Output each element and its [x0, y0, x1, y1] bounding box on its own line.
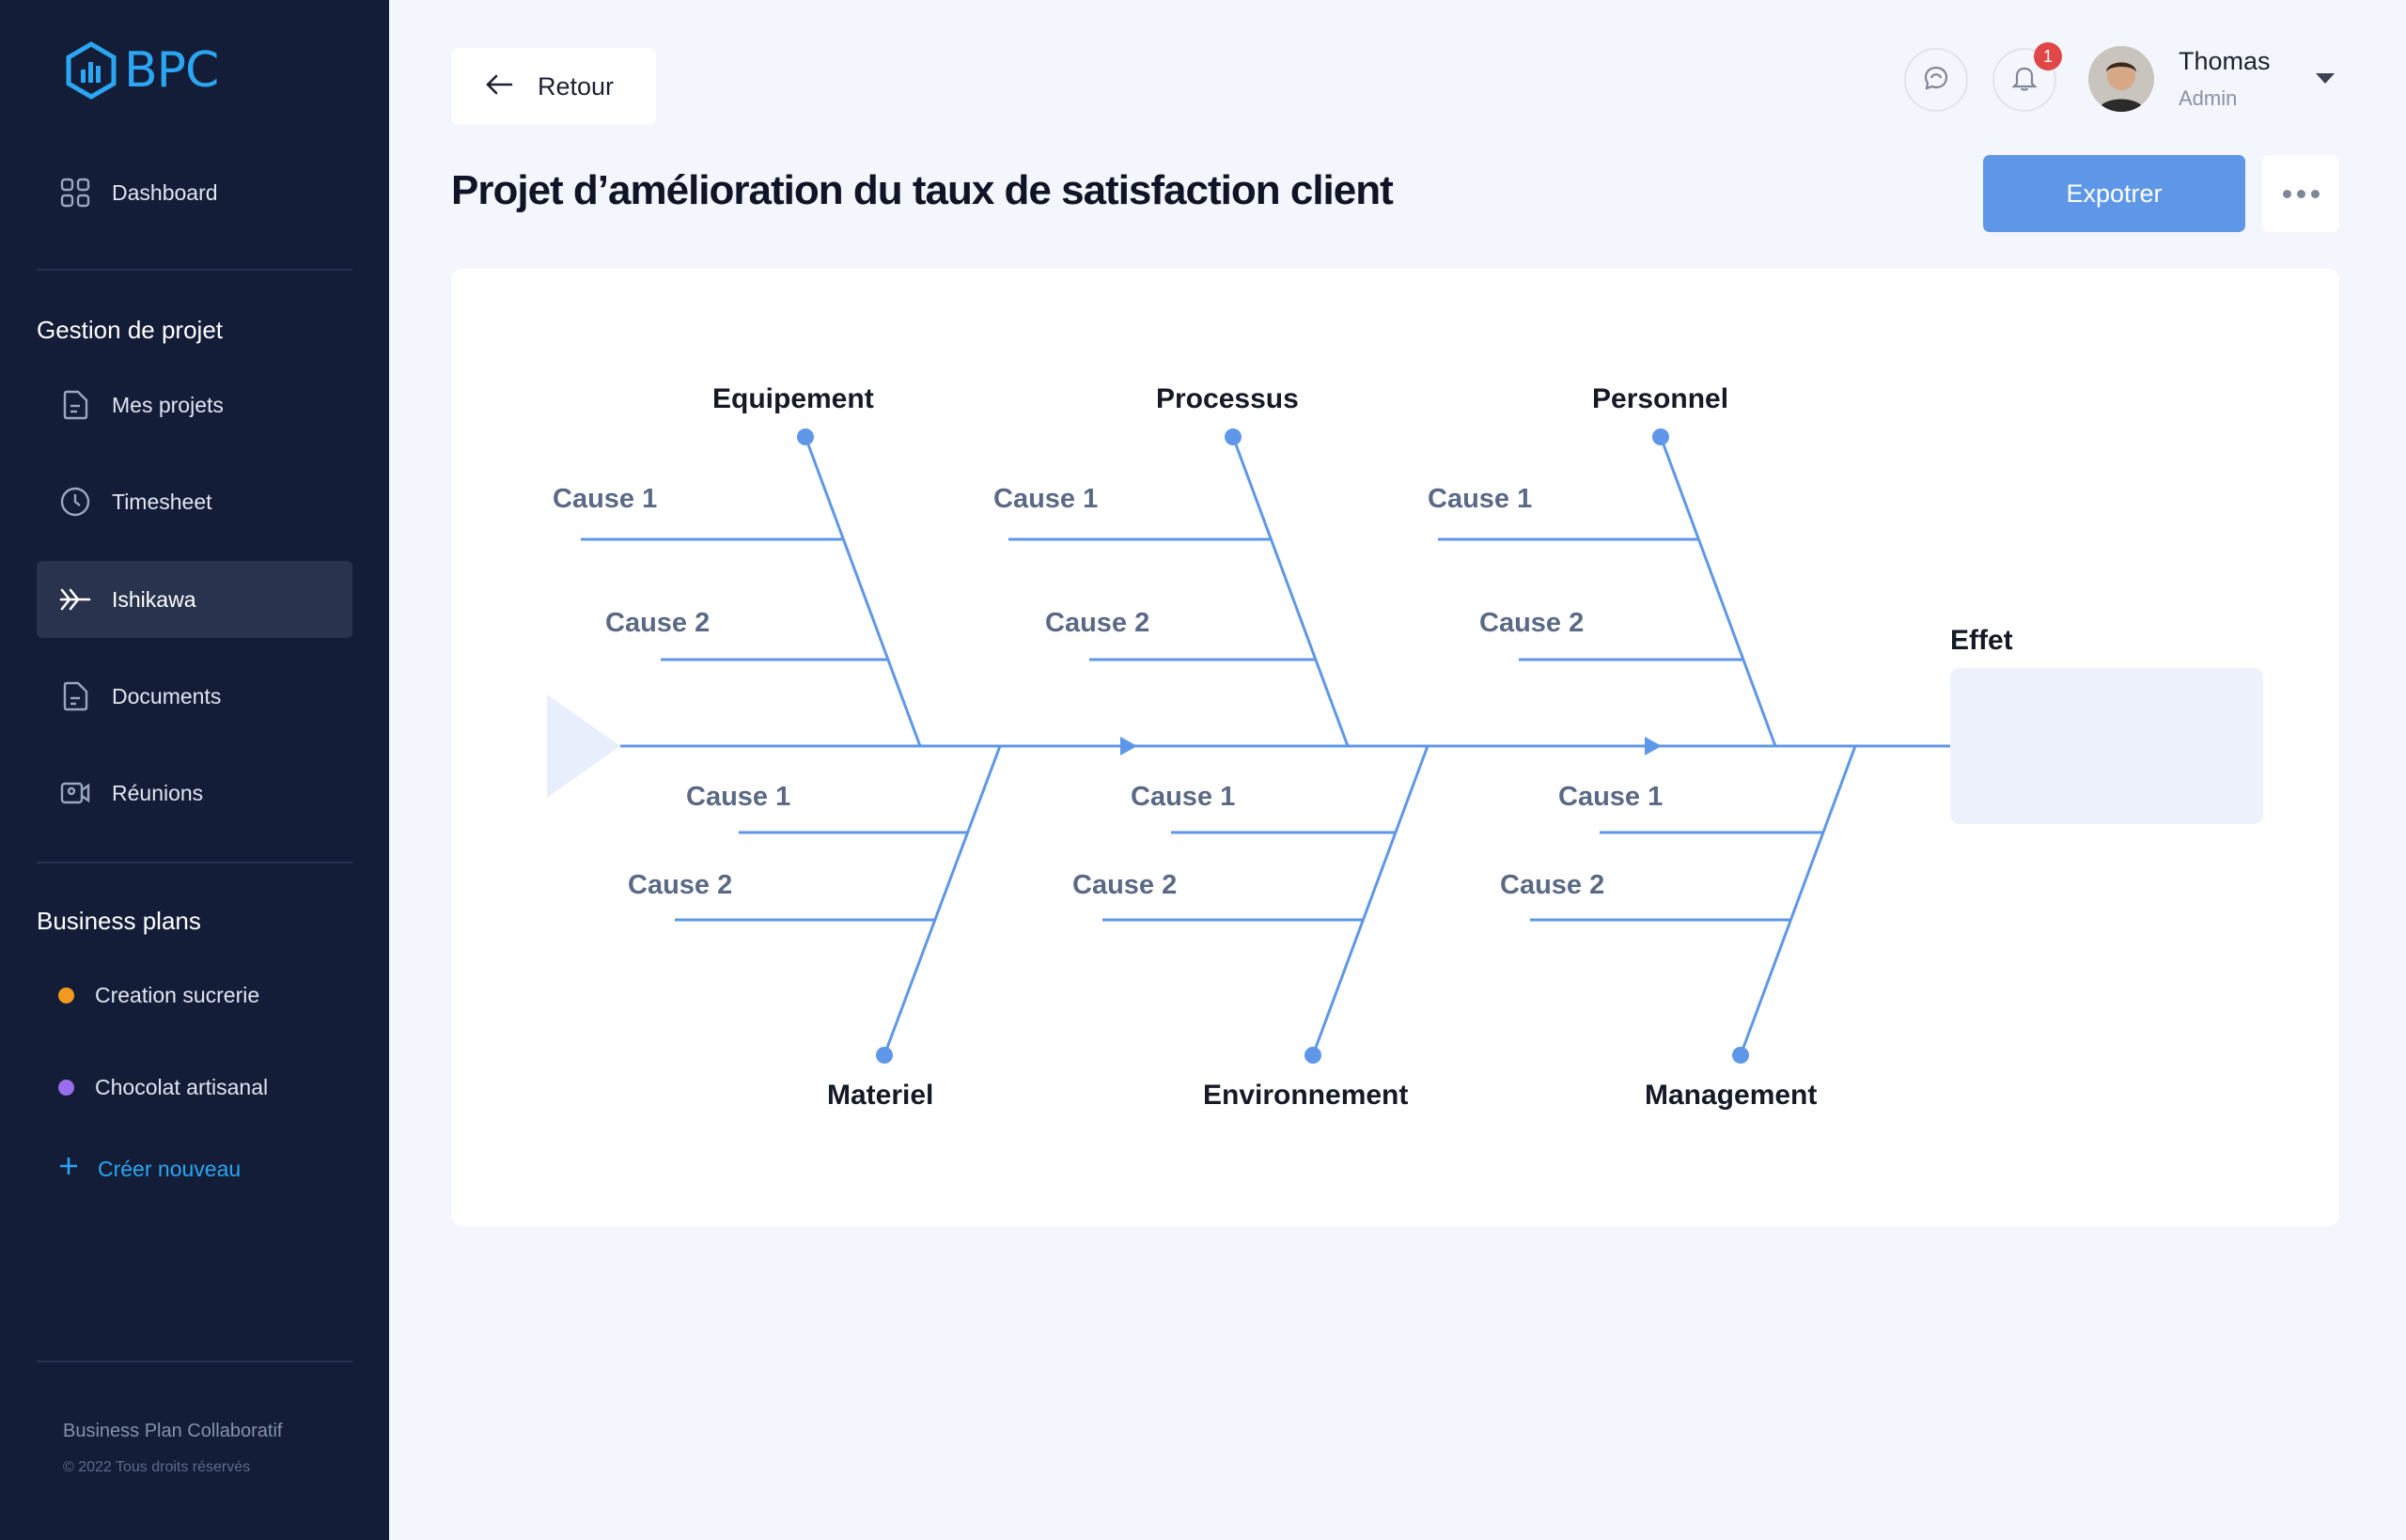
category-label[interactable]: Management: [1645, 1080, 1817, 1111]
sidebar-item-label: Documents: [112, 683, 222, 708]
sidebar-divider: [37, 1361, 352, 1362]
category-bone: [804, 436, 922, 747]
sidebar-item-label: Mes projets: [112, 392, 224, 417]
user-name: Thomas: [2179, 47, 2271, 75]
more-dot: [2310, 189, 2320, 198]
plus-icon: [58, 1156, 79, 1182]
section-title-project: Gestion de projet: [37, 316, 224, 344]
user-role: Admin: [2179, 86, 2238, 110]
cause-label[interactable]: Cause 2: [1072, 870, 1177, 900]
cause-label[interactable]: Cause 1: [993, 484, 1098, 514]
more-options-button[interactable]: [2262, 155, 2339, 232]
ishikawa-diagram: Effet Equipement Cause 1 Cause 2 Process…: [547, 383, 2263, 1111]
category-bone: [1311, 745, 1430, 1056]
category-label[interactable]: Environnement: [1203, 1080, 1408, 1111]
section-title-business: Business plans: [37, 907, 201, 935]
spine-arrow: [1120, 737, 1137, 755]
cause-label[interactable]: Cause 1: [1131, 782, 1235, 812]
footer-app-name: Business Plan Collaboratif: [63, 1421, 283, 1441]
bone-end-dot: [1732, 1047, 1749, 1064]
chevron-down-icon[interactable]: [2316, 73, 2335, 84]
business-plan-item[interactable]: Creation sucrerie: [58, 983, 259, 1008]
effect-label: Effet: [1950, 625, 2013, 656]
category-label[interactable]: Personnel: [1592, 383, 1728, 414]
arrow-left-icon: [485, 72, 513, 101]
sidebar-item-dashboard[interactable]: Dashboard: [37, 154, 352, 231]
status-dot: [58, 988, 74, 1003]
cause-label[interactable]: Cause 1: [553, 484, 657, 514]
clock-icon: [59, 486, 91, 518]
category-bone: [1659, 436, 1777, 747]
more-dot: [2296, 189, 2305, 198]
cause-label[interactable]: Cause 2: [1045, 608, 1149, 638]
sidebar-item-mes-projets[interactable]: Mes projets: [37, 366, 352, 443]
sidebar-item-label: Réunions: [112, 780, 204, 805]
page-title: Projet d’amélioration du taux de satisfa…: [451, 167, 1394, 213]
notifications-button[interactable]: 1: [1992, 42, 2062, 112]
video-icon: [59, 777, 91, 809]
notification-badge: 1: [2034, 42, 2062, 70]
business-plan-item[interactable]: Chocolat artisanal: [58, 1075, 268, 1100]
file-icon: [59, 389, 91, 421]
chat-icon: [1922, 64, 1950, 97]
logo-icon: [66, 41, 117, 100]
category-label[interactable]: Equipement: [712, 383, 874, 414]
effect-box[interactable]: [1950, 668, 2263, 824]
cause-label[interactable]: Cause 2: [605, 608, 710, 638]
create-new-label: Créer nouveau: [98, 1156, 242, 1181]
logo[interactable]: BPC: [64, 41, 219, 100]
bone-end-dot: [1225, 428, 1242, 445]
status-dot: [58, 1080, 74, 1096]
bone-end-dot: [797, 428, 814, 445]
sidebar-item-documents[interactable]: Documents: [37, 658, 352, 735]
sidebar-item-label: Timesheet: [112, 489, 212, 514]
document-icon: [59, 680, 91, 712]
bone-end-dot: [1305, 1047, 1321, 1064]
sidebar-item-ishikawa[interactable]: Ishikawa: [37, 561, 352, 638]
bone-end-dot: [1652, 428, 1669, 445]
sidebar-item-timesheet[interactable]: Timesheet: [37, 463, 352, 540]
cause-label[interactable]: Cause 1: [686, 782, 790, 812]
business-plan-label: Creation sucrerie: [95, 983, 260, 1007]
more-dot: [2282, 189, 2291, 198]
chat-button[interactable]: [1904, 48, 1968, 112]
cause-label[interactable]: Cause 1: [1428, 484, 1532, 514]
sidebar-item-reunions[interactable]: Réunions: [37, 754, 352, 832]
cause-label[interactable]: Cause 2: [628, 870, 732, 900]
sidebar-item-label: Dashboard: [112, 179, 218, 205]
ishikawa-card: Effet Equipement Cause 1 Cause 2 Process…: [451, 269, 2339, 1226]
category-bone: [1739, 745, 1857, 1056]
sidebar-divider: [37, 862, 352, 863]
business-plan-label: Chocolat artisanal: [95, 1075, 269, 1099]
back-label: Retour: [538, 71, 615, 101]
sidebar: BPC Dashboard Gestion de projet Mes proj…: [0, 0, 389, 1540]
category-bone: [1231, 436, 1350, 747]
cause-label[interactable]: Cause 1: [1558, 782, 1663, 812]
avatar[interactable]: [2088, 46, 2154, 112]
footer-copyright: © 2022 Tous droits réservés: [63, 1459, 251, 1475]
bell-icon: [2011, 64, 2038, 97]
cause-label[interactable]: Cause 2: [1500, 870, 1604, 900]
export-button[interactable]: Expotrer: [1983, 155, 2245, 232]
bone-end-dot: [876, 1047, 893, 1064]
category-bone: [883, 745, 1002, 1056]
fishbone-icon: [59, 583, 91, 615]
sidebar-item-label: Ishikawa: [112, 586, 196, 612]
create-new-button[interactable]: Créer nouveau: [58, 1156, 241, 1182]
cause-label[interactable]: Cause 2: [1479, 608, 1584, 638]
fish-tail-shape: [547, 694, 620, 798]
spine-arrow: [1645, 737, 1662, 755]
logo-text: BPC: [124, 42, 219, 99]
sidebar-divider: [37, 269, 352, 271]
category-label[interactable]: Processus: [1156, 383, 1299, 414]
back-button[interactable]: Retour: [451, 48, 656, 125]
category-label[interactable]: Materiel: [827, 1080, 933, 1111]
grid-icon: [59, 177, 91, 209]
